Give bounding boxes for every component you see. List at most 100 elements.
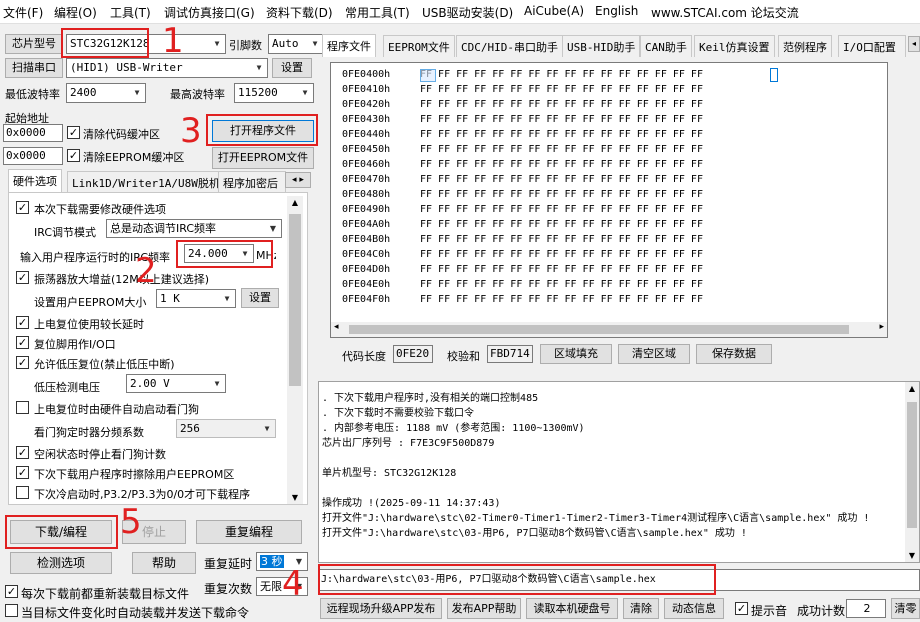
eeprom-size-select[interactable]: 1 K ▼ (156, 289, 236, 308)
tab-serial-helper[interactable]: CDC/HID-串口助手 (456, 35, 563, 57)
port-settings-button[interactable]: 设置 (272, 58, 312, 78)
min-baud-value: 2400 (70, 86, 97, 99)
read-disk-button[interactable]: 读取本机硬盘号 (526, 598, 618, 619)
por-delay-checkbox[interactable]: ✓ (16, 316, 29, 329)
reprogram-button[interactable]: 重复编程 (196, 520, 302, 544)
tab-keil-settings[interactable]: Keil仿真设置 (694, 35, 775, 57)
log-line: 打开文件"J:\hardware\stc\03-用P6, P7口驱动8个数码管\… (322, 528, 747, 539)
annotation-number-4: 4 (282, 564, 304, 604)
tab-examples[interactable]: 范例程序 (778, 35, 832, 57)
animation-info-button[interactable]: 动态信息 (664, 598, 724, 619)
tab-scroll-arrows[interactable]: ◂ ▸ (285, 172, 311, 188)
hex-row-bytes: FF FF FF FF FF FF FF FF FF FF FF FF FF F… (420, 189, 703, 200)
checksum-value: FBD714 (487, 345, 533, 363)
tab-program-file[interactable]: 程序文件 (322, 34, 376, 57)
annotation-number-3: 3 (180, 111, 202, 151)
tab-can-helper[interactable]: CAN助手 (640, 35, 692, 57)
scrollbar-thumb[interactable] (289, 214, 301, 386)
publish-help-button[interactable]: 发布APP帮助 (447, 598, 521, 619)
pins-label: 引脚数 (229, 39, 262, 52)
hex-row-bytes: FF FF FF FF FF FF FF FF FF FF FF FF FF F… (420, 174, 703, 185)
clear-log-button[interactable]: 清除 (623, 598, 659, 619)
tab-offline[interactable]: Link1D/Writer1A/U8W脱机 (67, 171, 225, 193)
hex-row: 0FE0470h FF FF FF FF FF FF FF FF FF FF FF… (342, 174, 703, 189)
hex-scroll-thumb[interactable] (349, 325, 849, 334)
menu-website[interactable]: www.STCAI.com 论坛交流 (651, 4, 799, 21)
por-delay-label: 上电复位使用较长延时 (34, 318, 144, 331)
hex-row-address: 0FE0450h (342, 144, 391, 155)
clear-eeprom-buffer-checkbox[interactable]: ✓ (67, 149, 80, 162)
menu-program[interactable]: 编程(O) (54, 4, 97, 21)
menu-common-tools[interactable]: 常用工具(T) (345, 4, 410, 21)
reset-count-button[interactable]: 清零 (891, 598, 920, 619)
hex-cursor (770, 68, 778, 82)
wdt-div-select[interactable]: 256 ▼ (176, 419, 276, 438)
menu-aicube[interactable]: AiCube(A) (524, 4, 584, 18)
chip-type-button[interactable]: 芯片型号 (5, 34, 63, 54)
chevron-down-icon: ▼ (291, 493, 299, 502)
right-tab-scroll[interactable]: ◂ (908, 36, 920, 52)
hex-row-address: 0FE04C0h (342, 249, 391, 260)
osc-gain-label: 振荡器放大增益(12M以上建议选择) (34, 273, 210, 286)
eeprom-start-address-input[interactable]: 0x0000 (3, 147, 63, 165)
save-data-button[interactable]: 保存数据 (696, 344, 772, 364)
tab-eeprom-file[interactable]: EEPROM文件 (383, 35, 455, 57)
lvd-select[interactable]: 2.00 V ▼ (126, 374, 226, 393)
reload-each-checkbox[interactable]: ✓ (5, 585, 18, 598)
modify-hw-checkbox[interactable]: ✓ (16, 201, 29, 214)
chevron-up-icon: ▲ (291, 198, 299, 207)
lvr-checkbox[interactable]: ✓ (16, 356, 29, 369)
annotation-number-5: 5 (120, 502, 142, 542)
log-line: 芯片出厂序列号 : F7E3C9F500D879 (322, 438, 495, 449)
wdt-auto-checkbox[interactable] (16, 401, 29, 414)
tab-encryption[interactable]: 程序加密后 (218, 171, 286, 193)
annotation-number-2: 2 (135, 251, 157, 291)
eeprom-size-set-button[interactable]: 设置 (241, 288, 279, 308)
tab-hardware-options[interactable]: 硬件选项 (8, 169, 62, 193)
menu-download[interactable]: 资料下载(D) (266, 4, 333, 21)
menu-tools[interactable]: 工具(T) (110, 4, 151, 21)
irc-mode-select[interactable]: 总是动态调节IRC频率 ▼ (106, 219, 282, 238)
tab-io-config[interactable]: I/O口配置 (838, 35, 906, 57)
tab-usb-hid-helper[interactable]: USB-HID助手 (562, 35, 641, 57)
menu-english[interactable]: English (595, 4, 638, 18)
pins-select[interactable]: Auto ▼ (268, 34, 324, 54)
auto-reload-checkbox[interactable] (5, 604, 18, 617)
annotation-box-download (5, 515, 118, 549)
port-select[interactable]: (HID1) USB-Writer ▼ (66, 58, 268, 78)
eeprom-size-label: 设置用户EEPROM大小 (34, 296, 147, 309)
min-baud-select[interactable]: 2400 ▼ (66, 83, 146, 103)
hex-row-address: 0FE0410h (342, 84, 391, 95)
repeat-count-value: 无限 (260, 580, 282, 593)
menu-file[interactable]: 文件(F) (3, 4, 43, 21)
p32p33-checkbox[interactable] (16, 486, 29, 499)
hex-row-bytes: FF FF FF FF FF FF FF FF FF FF FF FF FF F… (420, 279, 703, 290)
scan-port-button[interactable]: 扫描串口 (5, 58, 63, 78)
help-button[interactable]: 帮助 (132, 552, 196, 574)
max-baud-select[interactable]: 115200 ▼ (234, 83, 314, 103)
osc-gain-checkbox[interactable]: ✓ (16, 271, 29, 284)
detect-options-button[interactable]: 检测选项 (10, 552, 112, 574)
reload-each-label: 每次下载前都重新装载目标文件 (21, 587, 190, 601)
menu-usb-driver[interactable]: USB驱动安装(D) (422, 4, 513, 21)
open-eeprom-file-button[interactable]: 打开EEPROM文件 (212, 147, 314, 169)
reset-io-checkbox[interactable]: ✓ (16, 336, 29, 349)
hex-row-address: 0FE04E0h (342, 279, 391, 290)
log-scroll-thumb[interactable] (907, 402, 917, 528)
menu-debug[interactable]: 调试仿真接口(G) (164, 4, 255, 21)
hex-hscrollbar[interactable]: ◂ ▸ (331, 322, 887, 337)
log-scrollbar[interactable]: ▲ ▼ (905, 382, 919, 562)
erase-eeprom-checkbox[interactable]: ✓ (16, 466, 29, 479)
fill-region-button[interactable]: 区域填充 (540, 344, 612, 364)
chevron-right-icon: ▸ (879, 322, 884, 332)
code-start-address-input[interactable]: 0x0000 (3, 124, 63, 142)
irc-mode-value: 总是动态调节IRC频率 (110, 222, 217, 235)
clear-region-button[interactable]: 清空区域 (618, 344, 690, 364)
chevron-down-icon: ▼ (297, 84, 313, 102)
hex-row-bytes: FF FF FF FF FF FF FF FF FF FF FF FF FF F… (420, 99, 703, 110)
options-scrollbar[interactable]: ▲ ▼ (287, 196, 303, 504)
tips-sound-checkbox[interactable]: ✓ (735, 602, 748, 615)
idle-wdt-checkbox[interactable]: ✓ (16, 446, 29, 459)
remote-upgrade-button[interactable]: 远程现场升级APP发布 (320, 598, 442, 619)
clear-code-buffer-checkbox[interactable]: ✓ (67, 126, 80, 139)
